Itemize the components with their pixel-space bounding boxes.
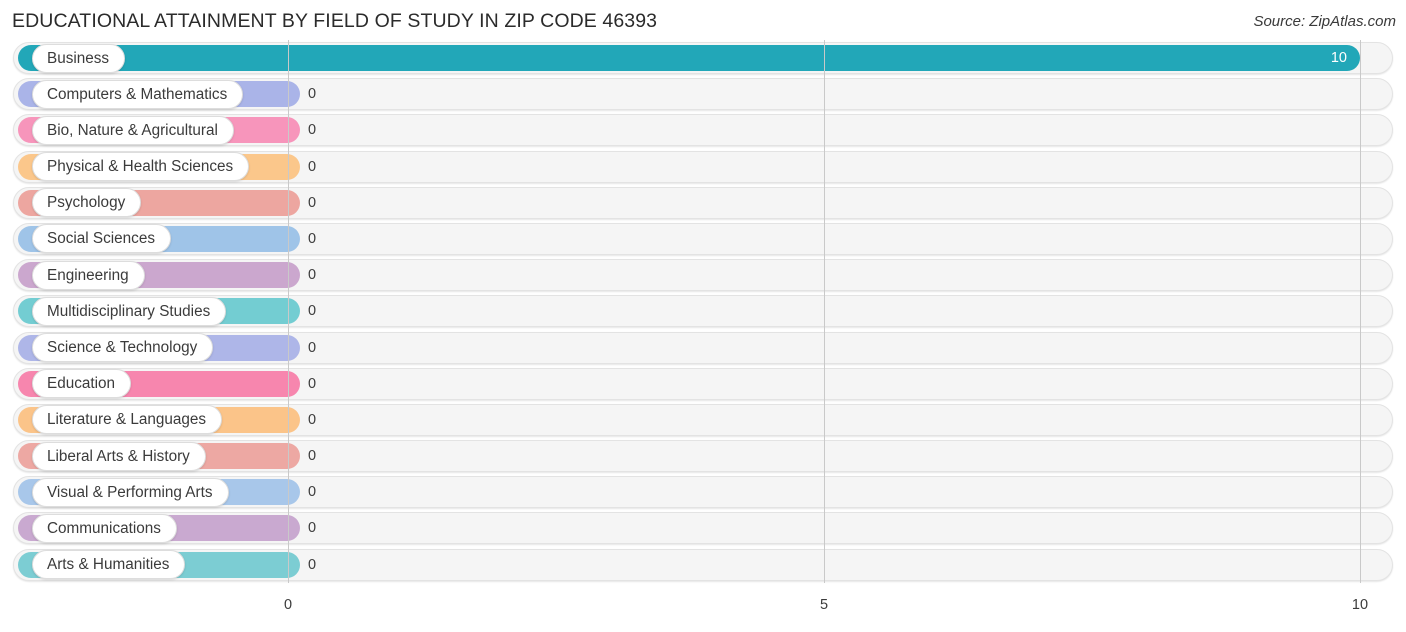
- table-row: Liberal Arts & History 0: [0, 438, 1406, 474]
- category-label: Business: [32, 43, 126, 73]
- category-label: Bio, Nature & Agricultural: [32, 115, 234, 145]
- category-label: Multidisciplinary Studies: [32, 296, 227, 326]
- category-label: Communications: [32, 513, 177, 543]
- bar-value-label: 0: [308, 339, 317, 356]
- page-title: EDUCATIONAL ATTAINMENT BY FIELD OF STUDY…: [12, 10, 658, 32]
- bar-value-label: 10: [1330, 50, 1347, 66]
- axis-tick-label: 0: [283, 597, 293, 613]
- bar-value-label: 0: [308, 194, 317, 211]
- table-row: Multidisciplinary Studies 0: [0, 293, 1406, 329]
- source-attribution: Source: ZipAtlas.com: [1253, 13, 1396, 30]
- x-axis: 0 5 10: [0, 596, 1406, 632]
- table-row: Social Sciences 0: [0, 221, 1406, 257]
- bar-value-label: 0: [308, 122, 317, 139]
- category-label: Visual & Performing Arts: [32, 477, 229, 507]
- category-label: Liberal Arts & History: [32, 441, 206, 471]
- table-row: Psychology 0: [0, 185, 1406, 221]
- category-label: Literature & Languages: [32, 405, 223, 435]
- plot-area: 10 Business Computers & Mathematics 0 Bio, N…: [0, 40, 1406, 596]
- bar-value-label: 0: [308, 303, 317, 320]
- bar-value-label: 0: [308, 230, 317, 247]
- table-row: Bio, Nature & Agricultural 0: [0, 112, 1406, 148]
- axis-tick-label: 5: [819, 597, 829, 613]
- axis-tick-label: 10: [1351, 597, 1369, 613]
- table-row: Education 0: [0, 366, 1406, 402]
- table-row: 10 Business: [0, 40, 1406, 76]
- bar-rows: 10 Business Computers & Mathematics 0 Bio, N…: [0, 40, 1406, 583]
- bar-value-label: 0: [308, 556, 317, 573]
- table-row: Engineering 0: [0, 257, 1406, 293]
- bar-value-label: 0: [308, 411, 317, 428]
- table-row: Science & Technology 0: [0, 330, 1406, 366]
- bar-value-label: 0: [308, 448, 317, 465]
- table-row: Computers & Mathematics 0: [0, 76, 1406, 112]
- category-label: Social Sciences: [32, 224, 171, 254]
- category-label: Education: [32, 369, 132, 399]
- category-label: Arts & Humanities: [32, 550, 186, 580]
- category-label: Computers & Mathematics: [32, 79, 244, 109]
- category-label: Science & Technology: [32, 333, 214, 362]
- chart-page: EDUCATIONAL ATTAINMENT BY FIELD OF STUDY…: [0, 0, 1406, 632]
- bar-value-label: 0: [308, 158, 317, 175]
- bar-value-label: 0: [308, 484, 317, 501]
- category-label: Physical & Health Sciences: [32, 152, 250, 182]
- table-row: Visual & Performing Arts 0: [0, 474, 1406, 510]
- bar[interactable]: 10: [18, 45, 1360, 71]
- table-row: Physical & Health Sciences 0: [0, 149, 1406, 185]
- bar-value-label: 0: [308, 86, 317, 103]
- category-label: Psychology: [32, 188, 142, 218]
- bar-value-label: 0: [308, 375, 317, 392]
- chart-header: EDUCATIONAL ATTAINMENT BY FIELD OF STUDY…: [0, 0, 1406, 44]
- bar-value-label: 0: [308, 520, 317, 537]
- bar-value-label: 0: [308, 267, 317, 284]
- table-row: Literature & Languages 0: [0, 402, 1406, 438]
- category-label: Engineering: [32, 260, 145, 290]
- table-row: Arts & Humanities 0: [0, 547, 1406, 583]
- table-row: Communications 0: [0, 510, 1406, 546]
